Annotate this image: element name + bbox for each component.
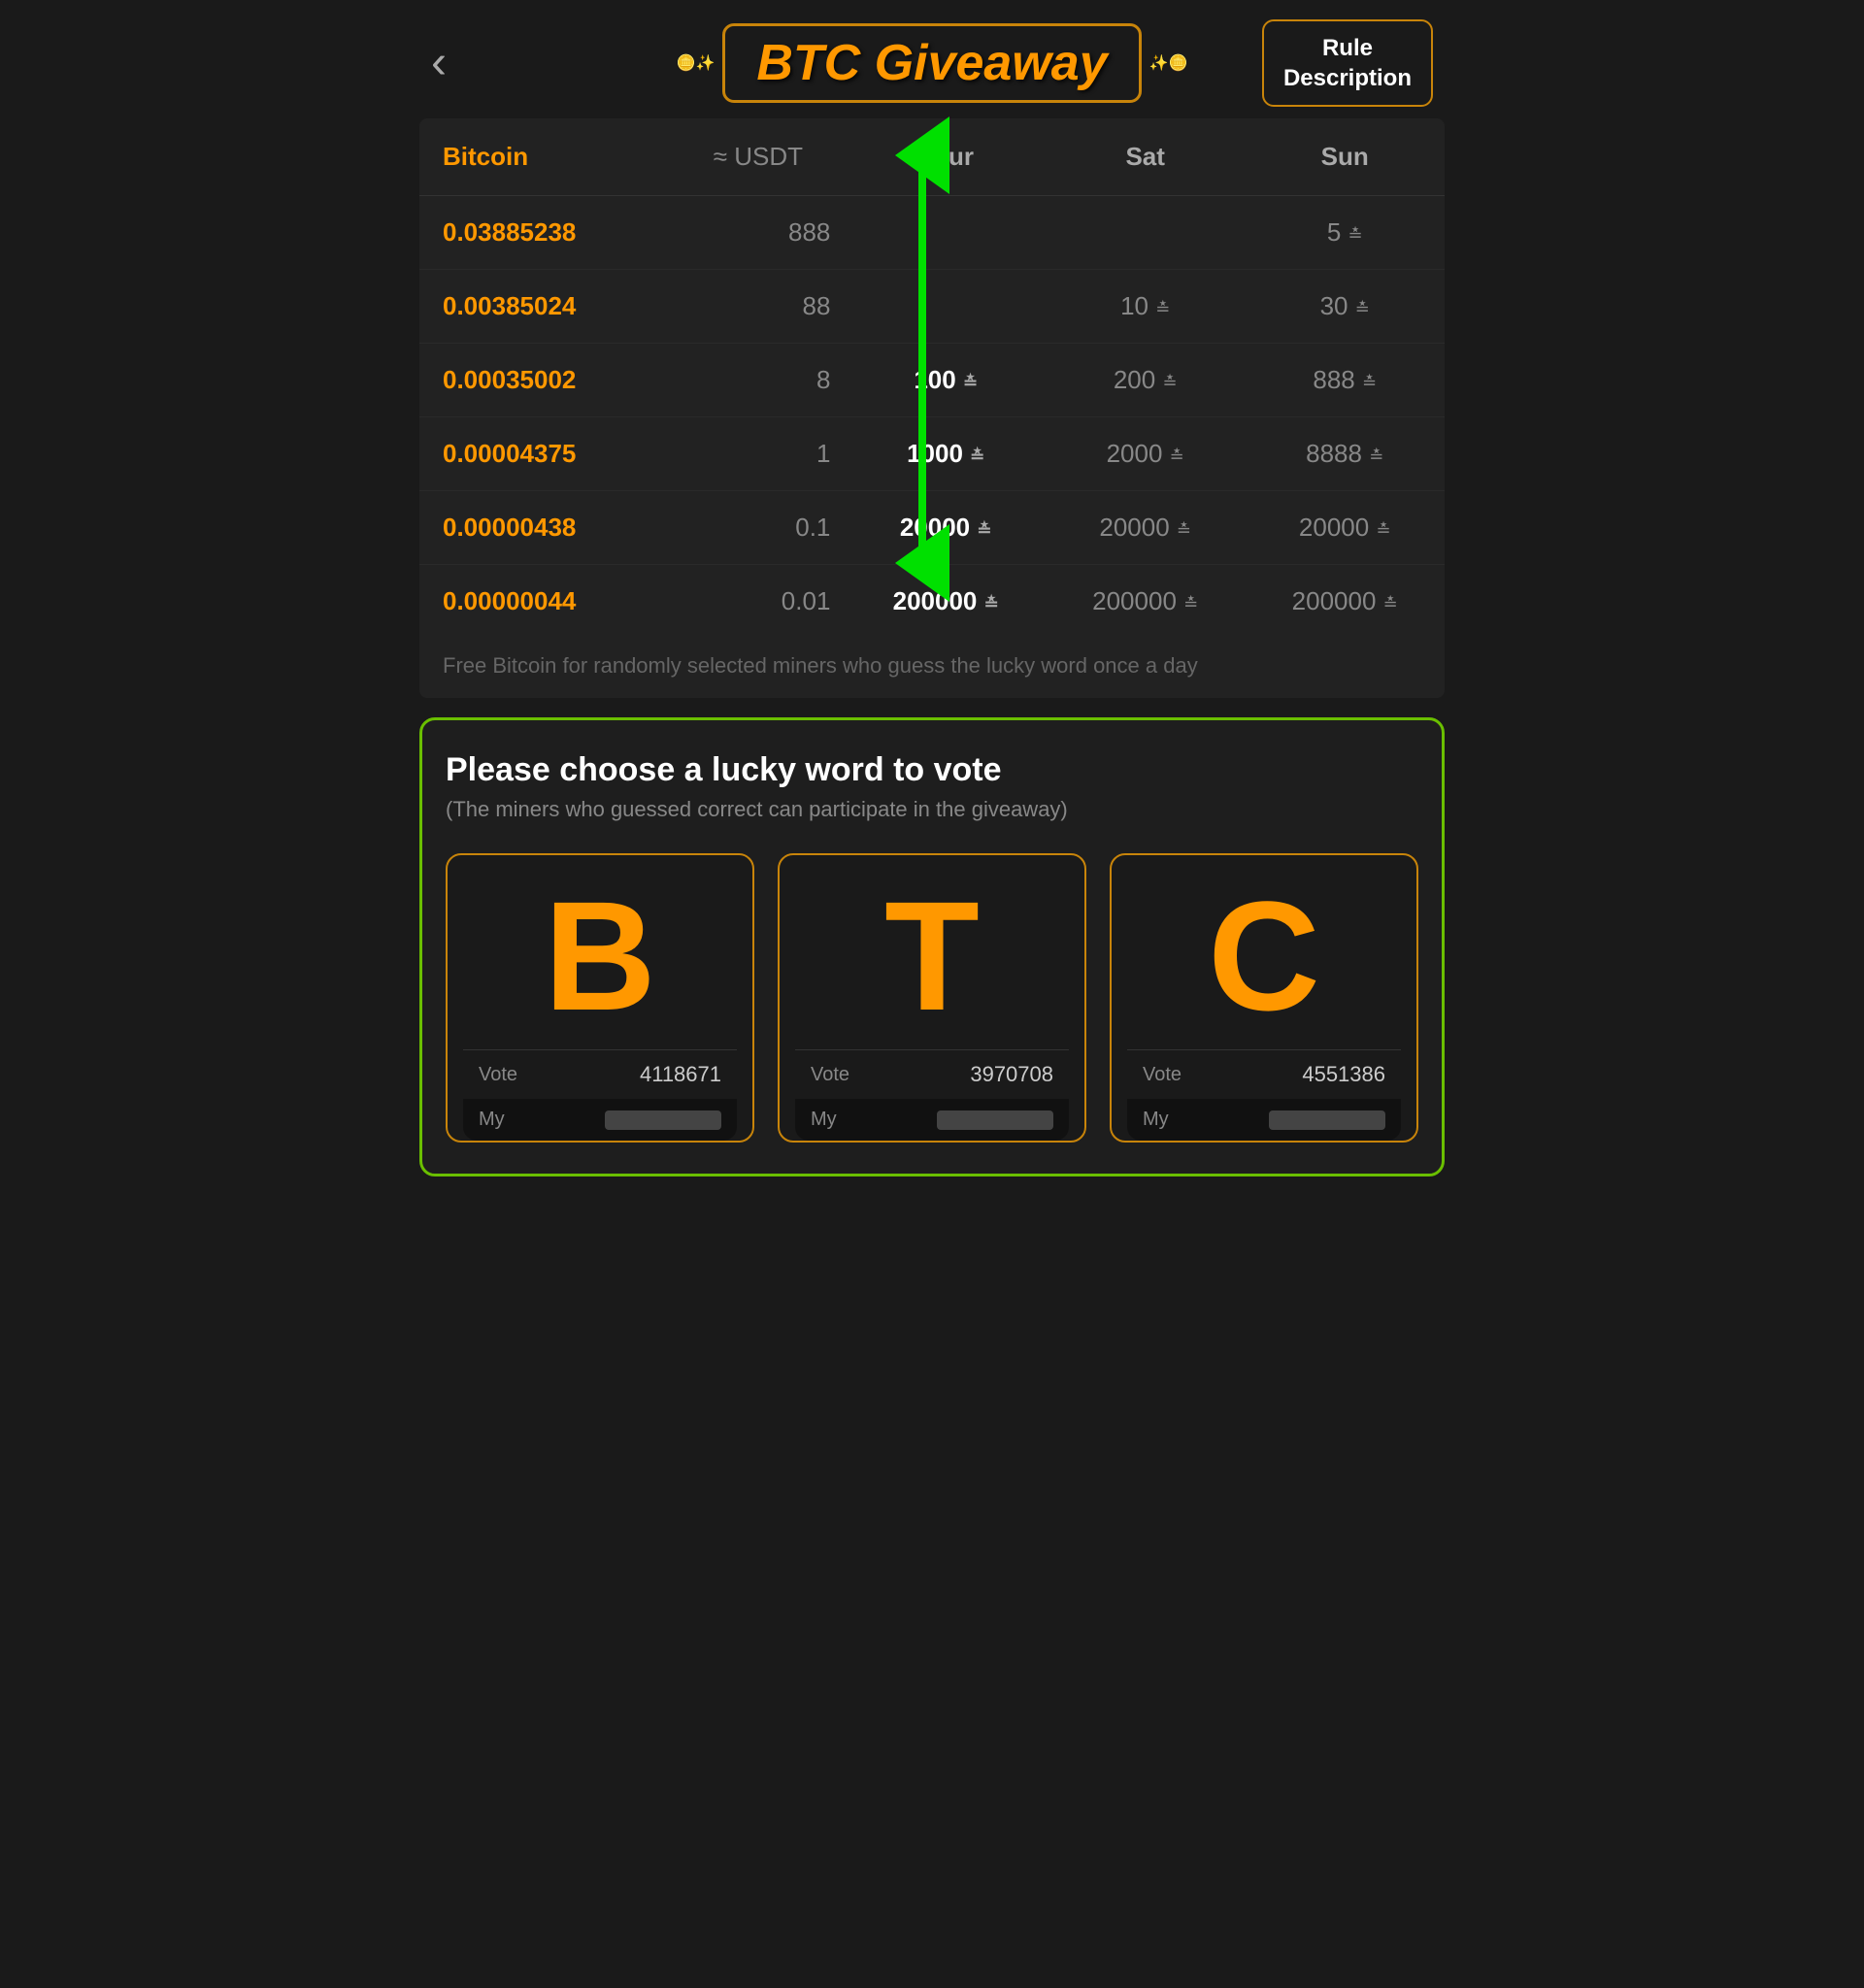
page-title: BTC Giveaway <box>722 23 1141 103</box>
vote-label-1: Vote <box>811 1064 849 1086</box>
cell-sat-5: 200000 ≛ <box>1046 565 1246 639</box>
coin-right: ✨🪙 <box>1149 53 1188 73</box>
my-redacted-value-0 <box>605 1110 721 1130</box>
my-info-2: My <box>1127 1099 1401 1141</box>
coins-decoration: 🪙✨ BTC Giveaway ✨🪙 <box>677 23 1188 103</box>
vote-cards-container: B Vote 4118671 My T Vote 3970708 My C Vo… <box>446 853 1418 1143</box>
vote-info-2: Vote 4551386 <box>1127 1049 1401 1099</box>
table-row: 0.00000044 0.01 200000 ≛ 200000 ≛ 200000… <box>419 565 1445 639</box>
cell-bitcoin-0: 0.03885238 <box>419 196 670 270</box>
cell-usdt-0: 888 <box>670 196 846 270</box>
cell-bitcoin-3: 0.00004375 <box>419 417 670 491</box>
cell-sun-1: 30 ≛ <box>1245 270 1445 344</box>
cell-usdt-1: 88 <box>670 270 846 344</box>
vote-label-2: Vote <box>1143 1064 1182 1086</box>
cell-sun-3: 8888 ≛ <box>1245 417 1445 491</box>
cell-sat-4: 20000 ≛ <box>1046 491 1246 565</box>
cell-bitcoin-5: 0.00000044 <box>419 565 670 639</box>
cell-thur-5: 200000 ≛ <box>846 565 1046 639</box>
vote-letter-c: C <box>1208 878 1320 1034</box>
vote-info-1: Vote 3970708 <box>795 1049 1069 1099</box>
disclaimer-text: Free Bitcoin for randomly selected miner… <box>419 638 1445 698</box>
prize-table: Bitcoin ≈ USDT Thur Sat Sun 0.03885238 8… <box>419 118 1445 638</box>
cell-thur-4: 20000 ≛ <box>846 491 1046 565</box>
table-row: 0.03885238 888 5 ≛ <box>419 196 1445 270</box>
cell-bitcoin-2: 0.00035002 <box>419 344 670 417</box>
cell-sat-1: 10 ≛ <box>1046 270 1246 344</box>
vote-count-0: 4118671 <box>640 1062 721 1087</box>
col-header-usdt: ≈ USDT <box>670 118 846 196</box>
vote-letter-t: T <box>884 878 980 1034</box>
my-redacted-value-2 <box>1269 1110 1385 1130</box>
table-row: 0.00385024 88 10 ≛ 30 ≛ <box>419 270 1445 344</box>
cell-usdt-5: 0.01 <box>670 565 846 639</box>
col-header-thur: Thur <box>846 118 1046 196</box>
vote-title: Please choose a lucky word to vote <box>446 751 1418 789</box>
cell-bitcoin-4: 0.00000438 <box>419 491 670 565</box>
my-label-0: My <box>479 1109 505 1131</box>
vote-section: Please choose a lucky word to vote (The … <box>419 717 1445 1176</box>
col-header-bitcoin: Bitcoin <box>419 118 670 196</box>
prize-table-section: Bitcoin ≈ USDT Thur Sat Sun 0.03885238 8… <box>419 118 1445 698</box>
my-redacted-value-1 <box>937 1110 1053 1130</box>
cell-usdt-4: 0.1 <box>670 491 846 565</box>
table-row: 0.00035002 8 100 ≛ 200 ≛ 888 ≛ <box>419 344 1445 417</box>
header: ‹ 🪙✨ BTC Giveaway ✨🪙 Rule Description <box>408 0 1456 118</box>
coin-left: 🪙✨ <box>677 53 716 73</box>
cell-sat-3: 2000 ≛ <box>1046 417 1246 491</box>
vote-label-0: Vote <box>479 1064 517 1086</box>
vote-subtitle: (The miners who guessed correct can part… <box>446 797 1418 822</box>
cell-bitcoin-1: 0.00385024 <box>419 270 670 344</box>
cell-thur-1 <box>846 270 1046 344</box>
vote-letter-b: B <box>544 878 656 1034</box>
cell-usdt-3: 1 <box>670 417 846 491</box>
cell-sun-0: 5 ≛ <box>1245 196 1445 270</box>
cell-thur-3: 1000 ≛ <box>846 417 1046 491</box>
col-header-sat: Sat <box>1046 118 1246 196</box>
my-info-0: My <box>463 1099 737 1141</box>
my-label-1: My <box>811 1109 837 1131</box>
cell-sun-5: 200000 ≛ <box>1245 565 1445 639</box>
my-label-2: My <box>1143 1109 1169 1131</box>
my-info-1: My <box>795 1099 1069 1141</box>
vote-card-c[interactable]: C Vote 4551386 My <box>1110 853 1418 1143</box>
vote-count-2: 4551386 <box>1302 1062 1385 1087</box>
table-row: 0.00000438 0.1 20000 ≛ 20000 ≛ 20000 ≛ <box>419 491 1445 565</box>
cell-sat-0 <box>1046 196 1246 270</box>
table-row: 0.00004375 1 1000 ≛ 2000 ≛ 8888 ≛ <box>419 417 1445 491</box>
cell-usdt-2: 8 <box>670 344 846 417</box>
cell-sun-4: 20000 ≛ <box>1245 491 1445 565</box>
vote-info-0: Vote 4118671 <box>463 1049 737 1099</box>
vote-card-b[interactable]: B Vote 4118671 My <box>446 853 754 1143</box>
title-container: 🪙✨ BTC Giveaway ✨🪙 <box>677 23 1188 103</box>
cell-sun-2: 888 ≛ <box>1245 344 1445 417</box>
cell-thur-2: 100 ≛ <box>846 344 1046 417</box>
cell-sat-2: 200 ≛ <box>1046 344 1246 417</box>
col-header-sun: Sun <box>1245 118 1445 196</box>
cell-thur-0 <box>846 196 1046 270</box>
vote-card-t[interactable]: T Vote 3970708 My <box>778 853 1086 1143</box>
rule-description-button[interactable]: Rule Description <box>1262 19 1433 107</box>
back-button[interactable]: ‹ <box>431 40 447 86</box>
table-header-row: Bitcoin ≈ USDT Thur Sat Sun <box>419 118 1445 196</box>
vote-count-1: 3970708 <box>970 1062 1053 1087</box>
